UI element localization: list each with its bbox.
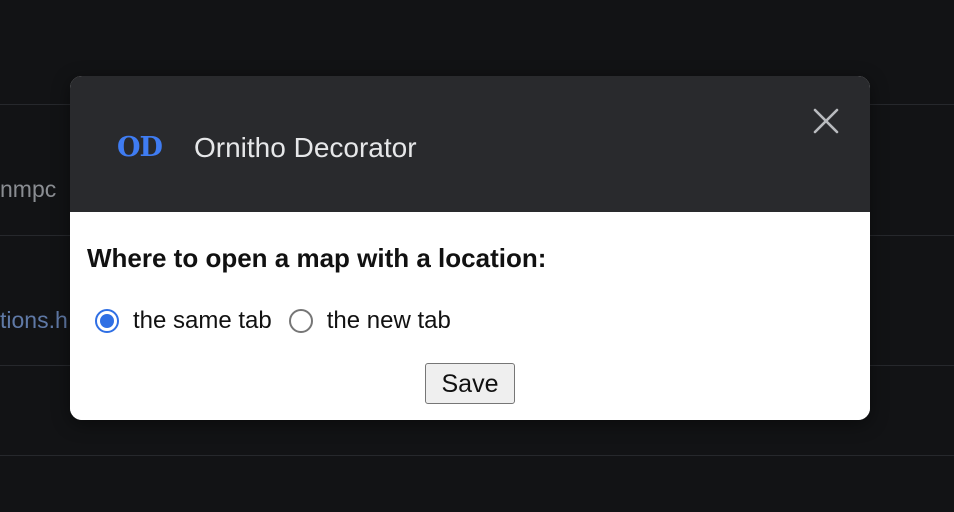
radio-group: the same tab the new tab bbox=[95, 306, 468, 336]
radio-new-tab[interactable] bbox=[288, 309, 313, 333]
radio-new-tab-label[interactable]: the new tab bbox=[327, 306, 451, 336]
dialog-header: OD Ornitho Decorator bbox=[70, 76, 870, 212]
radio-same-tab[interactable] bbox=[95, 309, 119, 333]
extension-logo: OD bbox=[117, 132, 163, 163]
background-divider bbox=[0, 455, 954, 456]
question-label: Where to open a map with a location: bbox=[87, 243, 547, 273]
save-button[interactable]: Save bbox=[425, 363, 515, 404]
radio-same-tab-label[interactable]: the same tab bbox=[133, 306, 272, 336]
background-text: nmpc bbox=[0, 176, 57, 202]
options-dialog: OD Ornitho Decorator Where to open a map… bbox=[70, 76, 870, 420]
close-icon bbox=[813, 108, 839, 134]
dialog-body: Where to open a map with a location: the… bbox=[70, 212, 870, 420]
background-link-text[interactable]: tions.h bbox=[0, 307, 68, 334]
close-button[interactable] bbox=[809, 104, 843, 138]
dialog-title: Ornitho Decorator bbox=[194, 132, 417, 163]
